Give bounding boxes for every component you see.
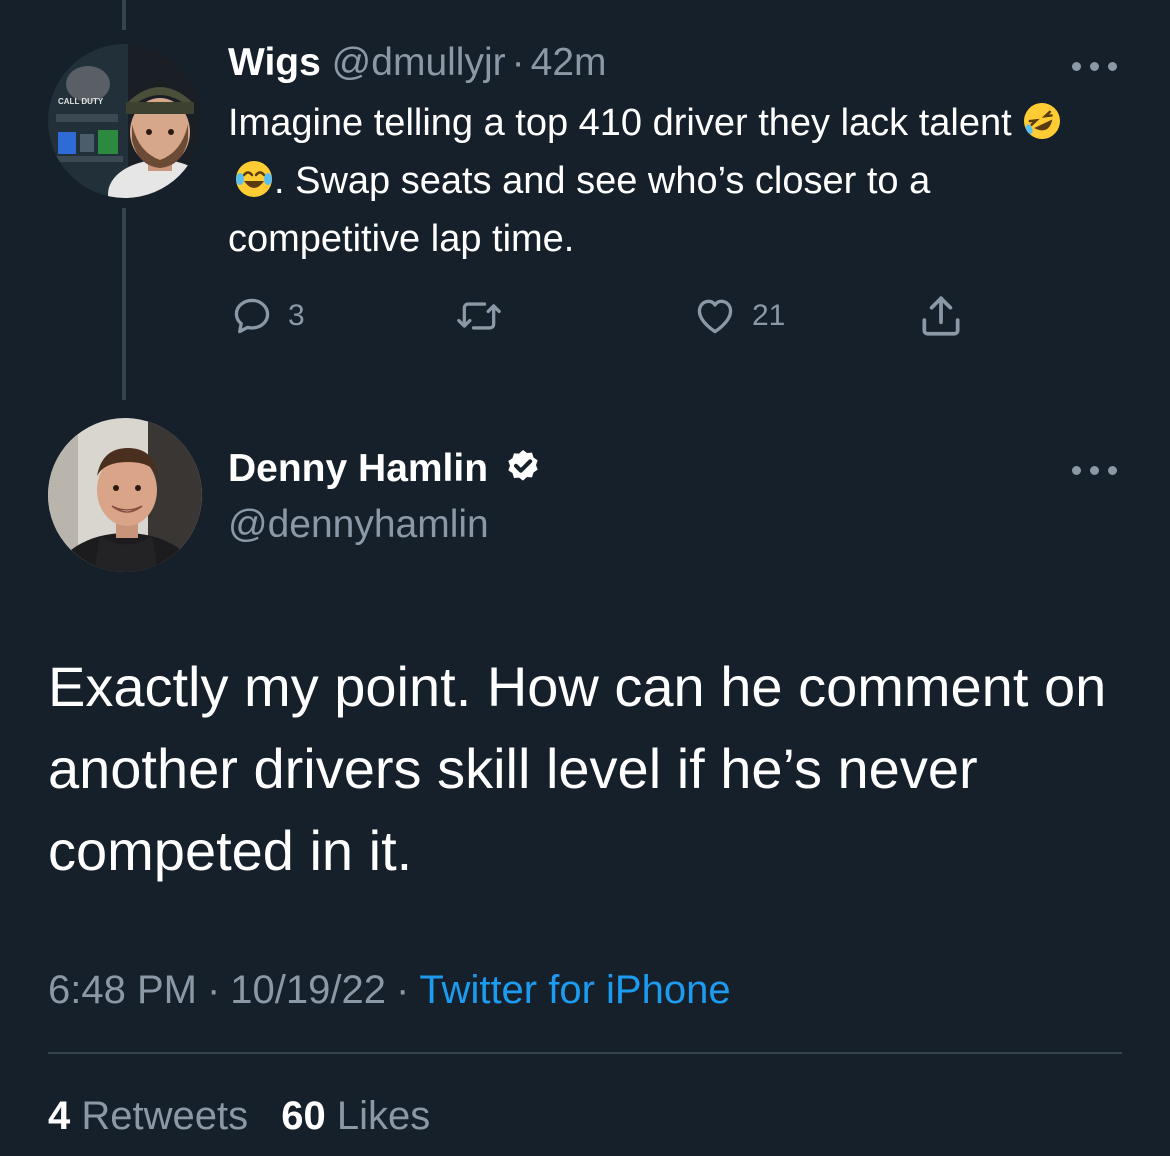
like-button[interactable]: 21	[692, 290, 785, 342]
tweet-meta: 6:48 PM · 10/19/22 · Twitter for iPhone	[48, 964, 731, 1016]
thread-line-top	[122, 0, 126, 30]
reply-timestamp[interactable]: 42m	[531, 41, 607, 84]
main-tweet-text: Exactly my point. How can he comment on …	[48, 655, 1107, 882]
reply-separator: ·	[511, 41, 525, 84]
face-with-tears-of-joy-emoji	[234, 158, 274, 198]
retweet-button[interactable]	[454, 290, 518, 342]
share-icon	[922, 296, 960, 336]
avatar-dennyhamlin[interactable]	[48, 418, 202, 572]
main-author-handle-line: @dennyhamlin	[228, 502, 489, 548]
thread-line	[122, 208, 126, 400]
likes-count: 60	[281, 1094, 326, 1138]
meta-separator-1: ·	[206, 968, 221, 1012]
main-author-handle[interactable]: @dennyhamlin	[228, 503, 489, 546]
speech-bubble-icon	[234, 298, 270, 334]
main-author-name-line: Denny Hamlin	[228, 446, 543, 498]
reply-text-part1: Imagine telling a top 410 driver they la…	[228, 102, 1012, 144]
stats-divider	[48, 1052, 1122, 1054]
rolling-on-floor-laughing-emoji	[1022, 100, 1062, 140]
verified-badge-icon	[503, 447, 543, 498]
retweet-icon	[457, 302, 501, 330]
heart-icon	[697, 299, 733, 334]
like-count: 21	[752, 299, 786, 332]
meta-separator-2: ·	[396, 968, 410, 1012]
tweet-time: 6:48 PM	[48, 968, 197, 1012]
more-dots-icon	[1072, 62, 1081, 71]
avatar-logo-text: CALL DUTY	[58, 97, 104, 106]
retweets-stat[interactable]: 4 Retweets	[48, 1094, 248, 1138]
likes-stat[interactable]: 60 Likes	[281, 1094, 430, 1138]
reply-header: Wigs @dmullyjr · 42m	[228, 40, 607, 86]
reply-author-name[interactable]: Wigs	[228, 41, 321, 84]
reply-count: 3	[288, 299, 305, 332]
main-author-name[interactable]: Denny Hamlin	[228, 447, 488, 490]
main-more-button[interactable]	[1070, 460, 1122, 480]
retweets-label: Retweets	[81, 1094, 249, 1138]
likes-label: Likes	[336, 1094, 431, 1138]
tweet-date: 10/19/22	[230, 968, 386, 1012]
more-dots-icon	[1072, 466, 1081, 475]
retweets-count: 4	[48, 1094, 71, 1138]
reply-more-button[interactable]	[1070, 56, 1122, 76]
share-button[interactable]	[916, 290, 966, 342]
reply-tweet-text: Imagine telling a top 410 driver they la…	[228, 94, 1088, 268]
reply-button[interactable]: 3	[230, 290, 305, 342]
tweet-stats: 4 Retweets 60 Likes	[48, 1090, 430, 1142]
avatar-wigs[interactable]: CALL DUTY	[48, 44, 202, 198]
reply-text-part2: . Swap seats and see who’s closer to a c…	[228, 160, 931, 260]
reply-author-handle[interactable]: @dmullyjr	[332, 41, 506, 84]
tweet-source-link[interactable]: Twitter for iPhone	[419, 968, 730, 1012]
